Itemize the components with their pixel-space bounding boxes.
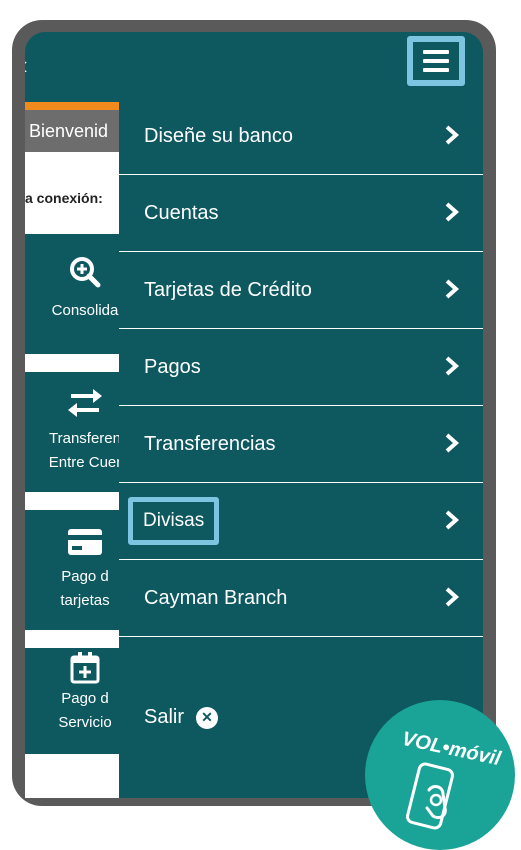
chevron-right-icon [445,125,460,145]
transfer-arrows-icon [68,389,102,417]
chevron-right-icon [445,279,460,299]
menu-item-design-bank[interactable]: Diseñe su banco [119,98,483,175]
menu-item-currency[interactable]: Divisas [119,483,483,560]
close-circle-icon: ✕ [196,706,219,729]
menu-item-transfers[interactable]: Transferencias [119,406,483,483]
chevron-right-icon [445,356,460,376]
menu-item-label: Diseñe su banco [144,125,293,147]
highlight-box: Divisas [128,497,220,545]
chevron-right-icon [445,587,460,607]
menu-item-label: Transferencias [144,433,276,455]
calendar-plus-icon [70,652,100,684]
vol-movil-badge: VOL•móvil [365,700,515,850]
logout-button[interactable]: Salir ✕ [144,706,219,729]
credit-card-icon [68,529,102,555]
navigation-drawer: Diseñe su banco Cuentas Tarjetas de Créd… [119,98,483,798]
menu-item-credit-cards[interactable]: Tarjetas de Crédito [119,252,483,329]
zoom-in-icon [70,257,101,288]
chevron-right-icon [445,510,460,530]
chevron-right-icon [445,433,460,453]
menu-item-label: Tarjetas de Crédito [144,279,312,301]
app-screen: ‹ Bienvenid a conexión: Consolida Transf… [25,32,483,798]
menu-item-label: Cuentas [144,202,219,224]
phone-touch-icon [406,762,454,830]
logout-label: Salir [144,706,185,728]
menu-item-cayman-branch[interactable]: Cayman Branch [119,560,483,637]
menu-item-accounts[interactable]: Cuentas [119,175,483,252]
menu-item-label: Pagos [144,356,201,378]
menu-button[interactable] [407,36,465,86]
menu-item-payments[interactable]: Pagos [119,329,483,406]
menu-item-label: Cayman Branch [144,587,288,609]
hamburger-icon [413,42,459,80]
back-icon[interactable]: ‹ [25,52,28,78]
menu-item-label: Divisas [143,510,205,531]
chevron-right-icon [445,202,460,222]
